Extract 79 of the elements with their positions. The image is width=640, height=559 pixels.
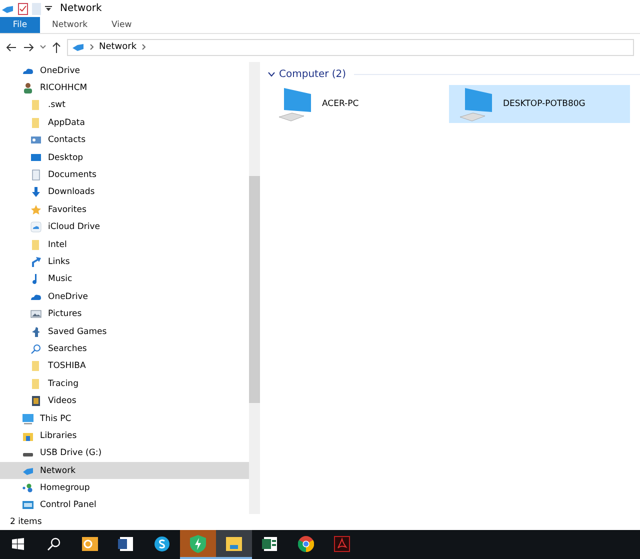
nav-item[interactable]: iCloud Drive <box>0 218 249 236</box>
taskbar-button[interactable] <box>216 530 252 559</box>
nav-item[interactable]: OneDrive <box>0 62 249 80</box>
nav-item[interactable]: OneDrive <box>0 288 249 306</box>
picture-frame-icon <box>30 308 42 320</box>
window-title: Network <box>60 3 102 14</box>
search-icon <box>30 342 42 355</box>
cloud-icon <box>30 221 42 234</box>
nav-item[interactable]: Network <box>0 462 249 480</box>
chat-app-icon[interactable] <box>154 536 170 552</box>
down-arrow-icon <box>30 186 42 198</box>
nav-item[interactable]: Libraries <box>0 427 249 445</box>
group-header[interactable]: Computer (2) <box>279 68 346 80</box>
arrow-icon <box>30 256 42 268</box>
folder-icon <box>30 116 42 129</box>
person-icon <box>22 82 34 94</box>
folder-icon <box>30 99 42 112</box>
ribbon-tab[interactable]: View <box>100 17 144 33</box>
folder-icon[interactable] <box>226 536 242 550</box>
back-icon[interactable] <box>6 42 17 52</box>
spreadsheet-app-icon[interactable] <box>262 536 278 552</box>
desktop-icon <box>30 152 42 164</box>
nav-item[interactable]: Tracing <box>0 375 249 392</box>
mail-app-icon[interactable] <box>82 536 98 552</box>
document-app-icon[interactable] <box>118 536 134 552</box>
status-text: 2 items <box>9 516 43 529</box>
nav-item[interactable]: Contacts <box>0 132 249 149</box>
ribbon-tab[interactable]: Network <box>40 17 100 33</box>
scrollbar[interactable] <box>249 62 260 514</box>
nav-item[interactable]: Intel <box>0 236 249 254</box>
breadcrumb[interactable]: Network <box>99 42 137 52</box>
nav-item[interactable]: .swt <box>0 96 249 114</box>
properties-icon[interactable] <box>18 2 28 14</box>
folder-icon <box>30 360 42 372</box>
collapse-caret-icon[interactable] <box>268 72 275 76</box>
homegroup-icon <box>22 482 34 494</box>
network-icon <box>72 41 85 53</box>
document-icon <box>30 169 42 182</box>
address-bar[interactable]: Network <box>67 38 634 56</box>
nav-item[interactable]: Control Panel <box>0 496 249 514</box>
nav-item[interactable]: Desktop <box>0 148 249 166</box>
nav-item[interactable]: Pictures <box>0 305 249 323</box>
dropdown-icon[interactable] <box>45 5 52 12</box>
computer-item[interactable]: ACER-PC <box>268 85 449 123</box>
nav-item[interactable]: Downloads <box>0 184 249 202</box>
nav-item[interactable]: Saved Games <box>0 322 249 340</box>
ribbon-tab[interactable]: File <box>0 17 40 33</box>
nav-item[interactable]: Links <box>0 253 249 271</box>
folder-icon <box>30 238 42 251</box>
forward-icon[interactable] <box>23 42 34 52</box>
nav-item[interactable]: Searches <box>0 340 249 358</box>
nav-item[interactable]: Videos <box>0 392 249 410</box>
folder-icon <box>30 378 42 390</box>
windows-icon[interactable] <box>12 538 24 550</box>
chevron-icon <box>90 44 94 50</box>
nav-item[interactable]: RICOHHCM <box>0 79 249 97</box>
nav-item[interactable]: Favorites <box>0 201 249 219</box>
pdf-app-icon[interactable] <box>334 536 350 552</box>
nav-item[interactable]: AppData <box>0 114 249 132</box>
browser-icon[interactable] <box>298 536 314 552</box>
nav-item[interactable]: Homegroup <box>0 479 249 497</box>
contact-card-icon <box>30 134 42 146</box>
nav-item[interactable]: USB Drive (G:) <box>0 444 249 462</box>
nav-item[interactable]: TOSHIBA <box>0 358 249 376</box>
monitor-icon <box>22 412 34 424</box>
nav-item[interactable]: Music <box>0 270 249 288</box>
nav-item[interactable]: This PC <box>0 410 249 428</box>
shield-icon[interactable] <box>190 534 206 552</box>
film-icon <box>30 395 42 408</box>
nav-item[interactable]: Documents <box>0 166 249 184</box>
star-icon <box>30 204 42 216</box>
chevron-icon <box>142 44 146 50</box>
search-icon[interactable] <box>47 536 61 550</box>
computer-icon <box>459 86 495 122</box>
computer-item[interactable]: DESKTOP-POTB80G <box>449 85 630 123</box>
control-panel-icon <box>22 499 34 512</box>
up-icon[interactable] <box>52 42 61 52</box>
computer-icon <box>278 86 314 122</box>
recent-caret-icon[interactable] <box>40 45 46 49</box>
